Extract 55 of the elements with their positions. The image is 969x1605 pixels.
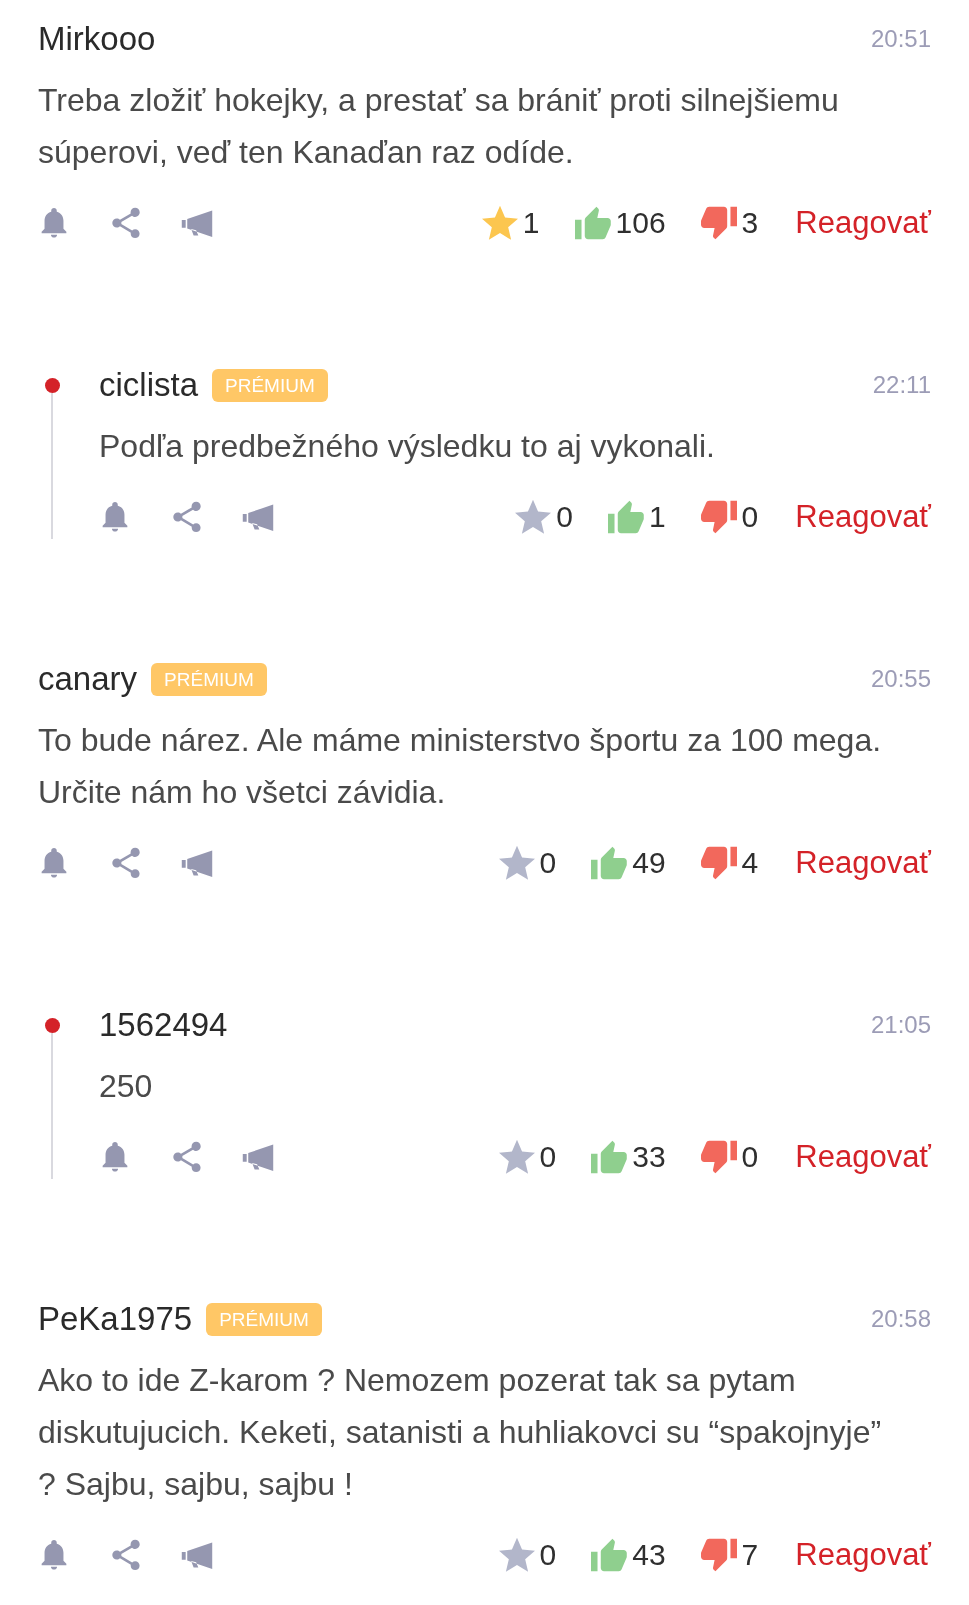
- reply-button[interactable]: Reagovať: [795, 1139, 931, 1175]
- thumbs-down-icon: [700, 1139, 737, 1175]
- comment-text: Podľa predbežného výsledku to aj vykonali.: [99, 427, 716, 466]
- reply-button[interactable]: Reagovať: [795, 499, 931, 535]
- comment-time: 20:58: [870, 1305, 931, 1333]
- share-icon[interactable]: [110, 207, 142, 239]
- like-button[interactable]: 33: [591, 1139, 666, 1175]
- author-name: canary: [38, 660, 138, 698]
- reply-button[interactable]: Reagovať: [795, 845, 931, 881]
- reply-button[interactable]: Reagovať: [795, 205, 931, 241]
- favorite-button[interactable]: 0: [498, 1537, 557, 1573]
- comment-text: To bude nárez. Ale máme ministerstvo športu za 100 mega. Určite nám ho všetci závidia.: [38, 721, 883, 812]
- dislike-button[interactable]: 3: [700, 205, 759, 241]
- like-button[interactable]: 106: [574, 205, 666, 241]
- reply-button[interactable]: Reagovať: [795, 1537, 931, 1573]
- thumbs-up-icon: [591, 845, 628, 881]
- thumbs-down-icon: [700, 205, 737, 241]
- premium-badge: PRÉMIUM: [212, 368, 328, 402]
- like-button[interactable]: 1: [607, 499, 666, 535]
- dot-icon: [44, 1017, 60, 1033]
- share-icon[interactable]: [110, 847, 142, 879]
- dislike-button[interactable]: 7: [700, 1537, 759, 1573]
- comment-time: 20:51: [870, 25, 931, 53]
- thumbs-down-icon: [700, 845, 737, 881]
- share-icon[interactable]: [171, 1141, 203, 1173]
- thumbs-up-icon: [607, 499, 644, 535]
- favorite-button[interactable]: 1: [481, 205, 540, 241]
- thumbs-up-icon: [591, 1139, 628, 1175]
- author-name: 1562494: [99, 1006, 228, 1044]
- comment-time: 20:55: [870, 665, 931, 693]
- comment-text: Ako to ide Z-karom ? Nemozem pozerat tak sa pytam diskutujucich. Keketi, satanisti a huhliakovci su “spakojnyje” ? Sajbu, sajbu, sajbu !: [38, 1361, 883, 1504]
- comment-time: 22:11: [872, 371, 931, 399]
- dislike-button[interactable]: 4: [700, 845, 759, 881]
- like-button[interactable]: 43: [591, 1537, 666, 1573]
- thumbs-up-icon: [574, 205, 611, 241]
- comment-text: 250: [99, 1067, 154, 1106]
- comment-text: Treba zložiť hokejky, a prestať sa brániť proti silnejšiemu súperovi, veď ten Kanaďan raz odíde.: [38, 81, 840, 172]
- author-name: Mirkooo: [38, 20, 156, 58]
- favorite-button[interactable]: 0: [498, 1139, 557, 1175]
- like-button[interactable]: 49: [591, 845, 666, 881]
- dislike-button[interactable]: 0: [700, 499, 759, 535]
- thumbs-down-icon: [700, 1537, 737, 1573]
- share-icon[interactable]: [171, 501, 203, 533]
- dislike-button[interactable]: 0: [700, 1139, 759, 1175]
- thumbs-up-icon: [591, 1537, 628, 1573]
- share-icon[interactable]: [110, 1539, 142, 1571]
- comment-time: 21:05: [870, 1011, 931, 1039]
- thumbs-down-icon: [700, 499, 737, 535]
- premium-badge: PRÉMIUM: [151, 662, 267, 696]
- author-name: ciclista: [99, 366, 199, 404]
- dot-icon: [44, 377, 60, 393]
- favorite-button[interactable]: 0: [515, 499, 573, 535]
- author-name: PeKa1975: [38, 1300, 193, 1338]
- premium-badge: PRÉMIUM: [206, 1302, 322, 1336]
- favorite-button[interactable]: 0: [498, 845, 557, 881]
